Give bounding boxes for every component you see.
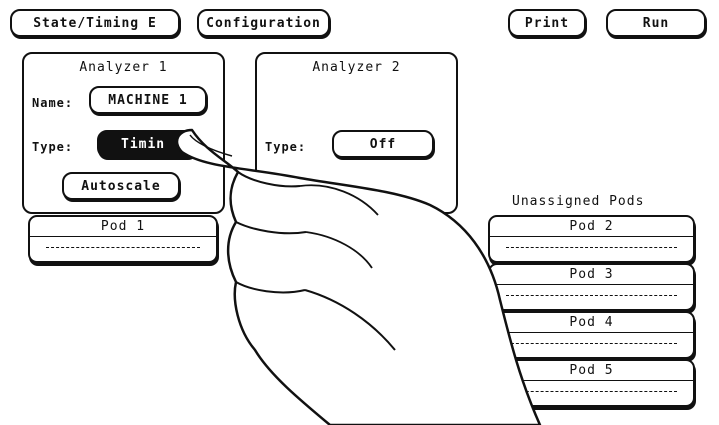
state-timing-label: State/Timing E (33, 15, 157, 31)
type-selector-analyzer-1[interactable]: Timin (97, 130, 197, 158)
pod-5[interactable]: Pod 5 (488, 359, 695, 407)
pod-2-channels (506, 247, 677, 248)
analyzer-2-title: Analyzer 2 (312, 60, 401, 75)
configuration-button[interactable]: Configuration (197, 9, 330, 37)
pod-1[interactable]: Pod 1 (28, 215, 218, 263)
print-button[interactable]: Print (508, 9, 586, 37)
name-value: MACHINE 1 (108, 92, 188, 108)
analyzer-1-title: Analyzer 1 (79, 60, 168, 75)
autoscale-label: Autoscale (81, 178, 161, 194)
pod-2[interactable]: Pod 2 (488, 215, 695, 263)
type-selector-analyzer-2[interactable]: Off (332, 130, 434, 158)
type-label-analyzer-2: Type: (265, 140, 307, 154)
name-label: Name: (32, 96, 74, 110)
pod-3-divider (490, 284, 693, 285)
pod-2-label: Pod 2 (569, 219, 614, 234)
print-label: Print (524, 15, 570, 31)
autoscale-button[interactable]: Autoscale (62, 172, 180, 200)
type-value-analyzer-1: Timin (121, 136, 166, 152)
pod-4[interactable]: Pod 4 (488, 311, 695, 359)
configuration-label: Configuration (206, 15, 321, 31)
run-button[interactable]: Run (606, 9, 706, 37)
pod-3[interactable]: Pod 3 (488, 263, 695, 311)
type-value-analyzer-2: Off (369, 136, 397, 152)
run-label: Run (642, 15, 670, 31)
pod-3-channels (506, 295, 677, 296)
unassigned-pods-title: Unassigned Pods (512, 194, 645, 209)
pod-4-label: Pod 4 (569, 315, 614, 330)
pod-2-divider (490, 236, 693, 237)
pod-1-divider (30, 236, 216, 237)
pod-4-channels (506, 343, 677, 344)
pod-3-label: Pod 3 (569, 267, 614, 282)
state-timing-button[interactable]: State/Timing E (10, 9, 180, 37)
pod-1-channels (46, 247, 200, 248)
pod-5-divider (490, 380, 693, 381)
name-field[interactable]: MACHINE 1 (89, 86, 207, 114)
pod-4-divider (490, 332, 693, 333)
pod-5-label: Pod 5 (569, 363, 614, 378)
type-label-analyzer-1: Type: (32, 140, 74, 154)
pod-1-label: Pod 1 (100, 219, 146, 234)
analyzer-1-panel: Analyzer 1 Name: MACHINE 1 Type: Timin A… (22, 52, 225, 214)
pod-5-channels (506, 391, 677, 392)
analyzer-2-panel: Analyzer 2 Type: Off (255, 52, 458, 214)
